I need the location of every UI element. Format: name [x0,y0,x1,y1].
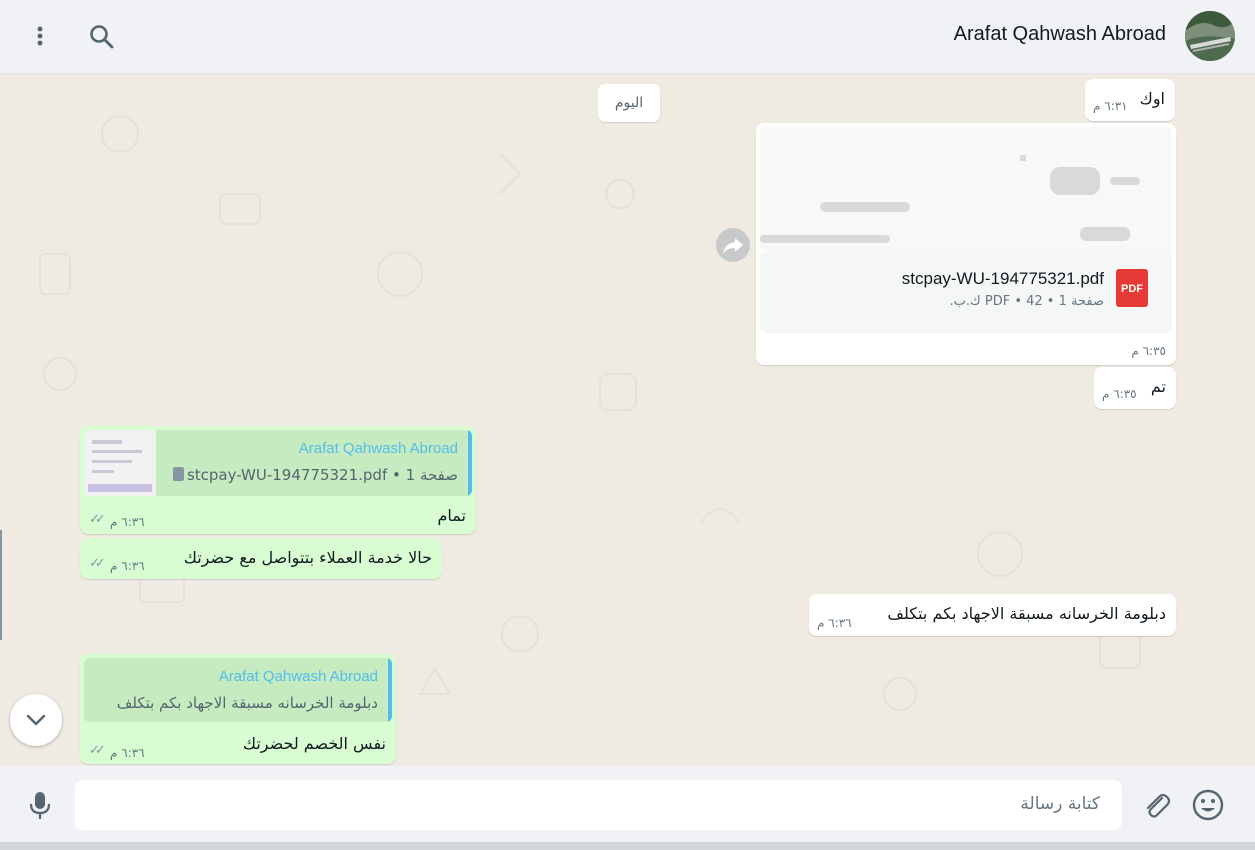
menu-icon[interactable] [24,21,56,53]
document-message[interactable]: PDF stcpay-WU-194775321.pdf صفحة 1 • PDF… [756,123,1176,365]
day-chip: اليوم [598,84,660,122]
read-receipt-icon: ✓✓ [89,512,106,527]
scroll-down-button[interactable] [10,694,62,746]
read-receipt-icon: ✓✓ [89,743,106,758]
document-small-icon [173,467,184,481]
message-text: تمام [437,506,466,525]
emoji-icon[interactable] [1191,788,1225,822]
message-time: ٦:٣٦ م [817,616,852,630]
avatar[interactable] [1185,11,1235,61]
message-bubble-outgoing[interactable]: اوك ٦:٣١ م [1085,79,1175,121]
message-time: ٦:٣٥ م [1131,344,1166,358]
contact-name[interactable]: Arafat Qahwash Abroad [954,23,1166,46]
mic-icon[interactable] [24,789,56,821]
pdf-icon: PDF [1116,269,1148,307]
quoted-text: صفحة 1 • stcpay-WU-194775321.pdf [186,466,458,484]
message-text: حالا خدمة العملاء بتتواصل مع حضرتك [183,548,432,567]
quoted-thumbnail [84,430,156,496]
quoted-sender: Arafat Qahwash Abroad [218,668,378,685]
chat-area[interactable]: اليوم اوك ٦:٣١ م PDF stcpay-WU-194775321… [0,74,1255,766]
quoted-sender: Arafat Qahwash Abroad [298,440,458,457]
message-bubble-outgoing[interactable]: دبلومة الخرسانه مسبقة الاجهاد بكم بتكلف … [809,594,1176,636]
chat-header: Arafat Qahwash Abroad [0,0,1255,74]
message-time: ٦:٣٦ م [110,559,145,573]
message-text: اوك [1139,89,1165,108]
quoted-text: دبلومة الخرسانه مسبقة الاجهاد بكم بتكلف [116,694,378,712]
document-info-card[interactable]: PDF stcpay-WU-194775321.pdf صفحة 1 • PDF… [760,253,1172,333]
forward-icon[interactable] [716,228,750,262]
message-text: تم [1150,377,1166,396]
scroll-indicator [0,530,2,640]
read-receipt-icon: ✓✓ [89,556,106,571]
document-filename: stcpay-WU-194775321.pdf [901,269,1104,288]
message-input[interactable]: كتابة رسالة [75,780,1122,830]
document-preview[interactable] [760,127,1172,253]
message-bubble-incoming[interactable]: حالا خدمة العملاء بتتواصل مع حضرتك ✓✓ ٦:… [80,538,442,579]
composer-bar: كتابة رسالة [0,766,1255,842]
message-bubble-outgoing[interactable]: تم ٦:٣٥ م [1094,367,1176,409]
attach-icon[interactable] [1140,789,1172,821]
message-text: نفس الخصم لحضرتك [242,734,386,753]
message-time: ٦:٣٦ م [110,746,145,760]
search-icon[interactable] [86,21,118,53]
message-bubble-incoming[interactable]: Arafat Qahwash Abroad صفحة 1 • stcpay-WU… [80,426,476,534]
document-meta: صفحة 1 • PDF • 42 ك.ب. [949,294,1105,309]
message-time: ٦:٣٦ م [110,515,145,529]
message-text: دبلومة الخرسانه مسبقة الاجهاد بكم بتكلف [887,604,1166,623]
message-input-placeholder: كتابة رسالة [1020,794,1100,814]
quoted-message[interactable]: Arafat Qahwash Abroad صفحة 1 • stcpay-WU… [84,430,472,496]
message-time: ٦:٣١ م [1093,99,1128,113]
quoted-message[interactable]: Arafat Qahwash Abroad دبلومة الخرسانه مس… [84,658,392,722]
message-time: ٦:٣٥ م [1102,387,1137,401]
quote-accent-bar [388,658,392,722]
chevron-down-icon [26,714,46,726]
quote-accent-bar [468,430,472,496]
message-bubble-incoming[interactable]: Arafat Qahwash Abroad دبلومة الخرسانه مس… [80,654,396,764]
window-bottom-edge [0,842,1255,850]
